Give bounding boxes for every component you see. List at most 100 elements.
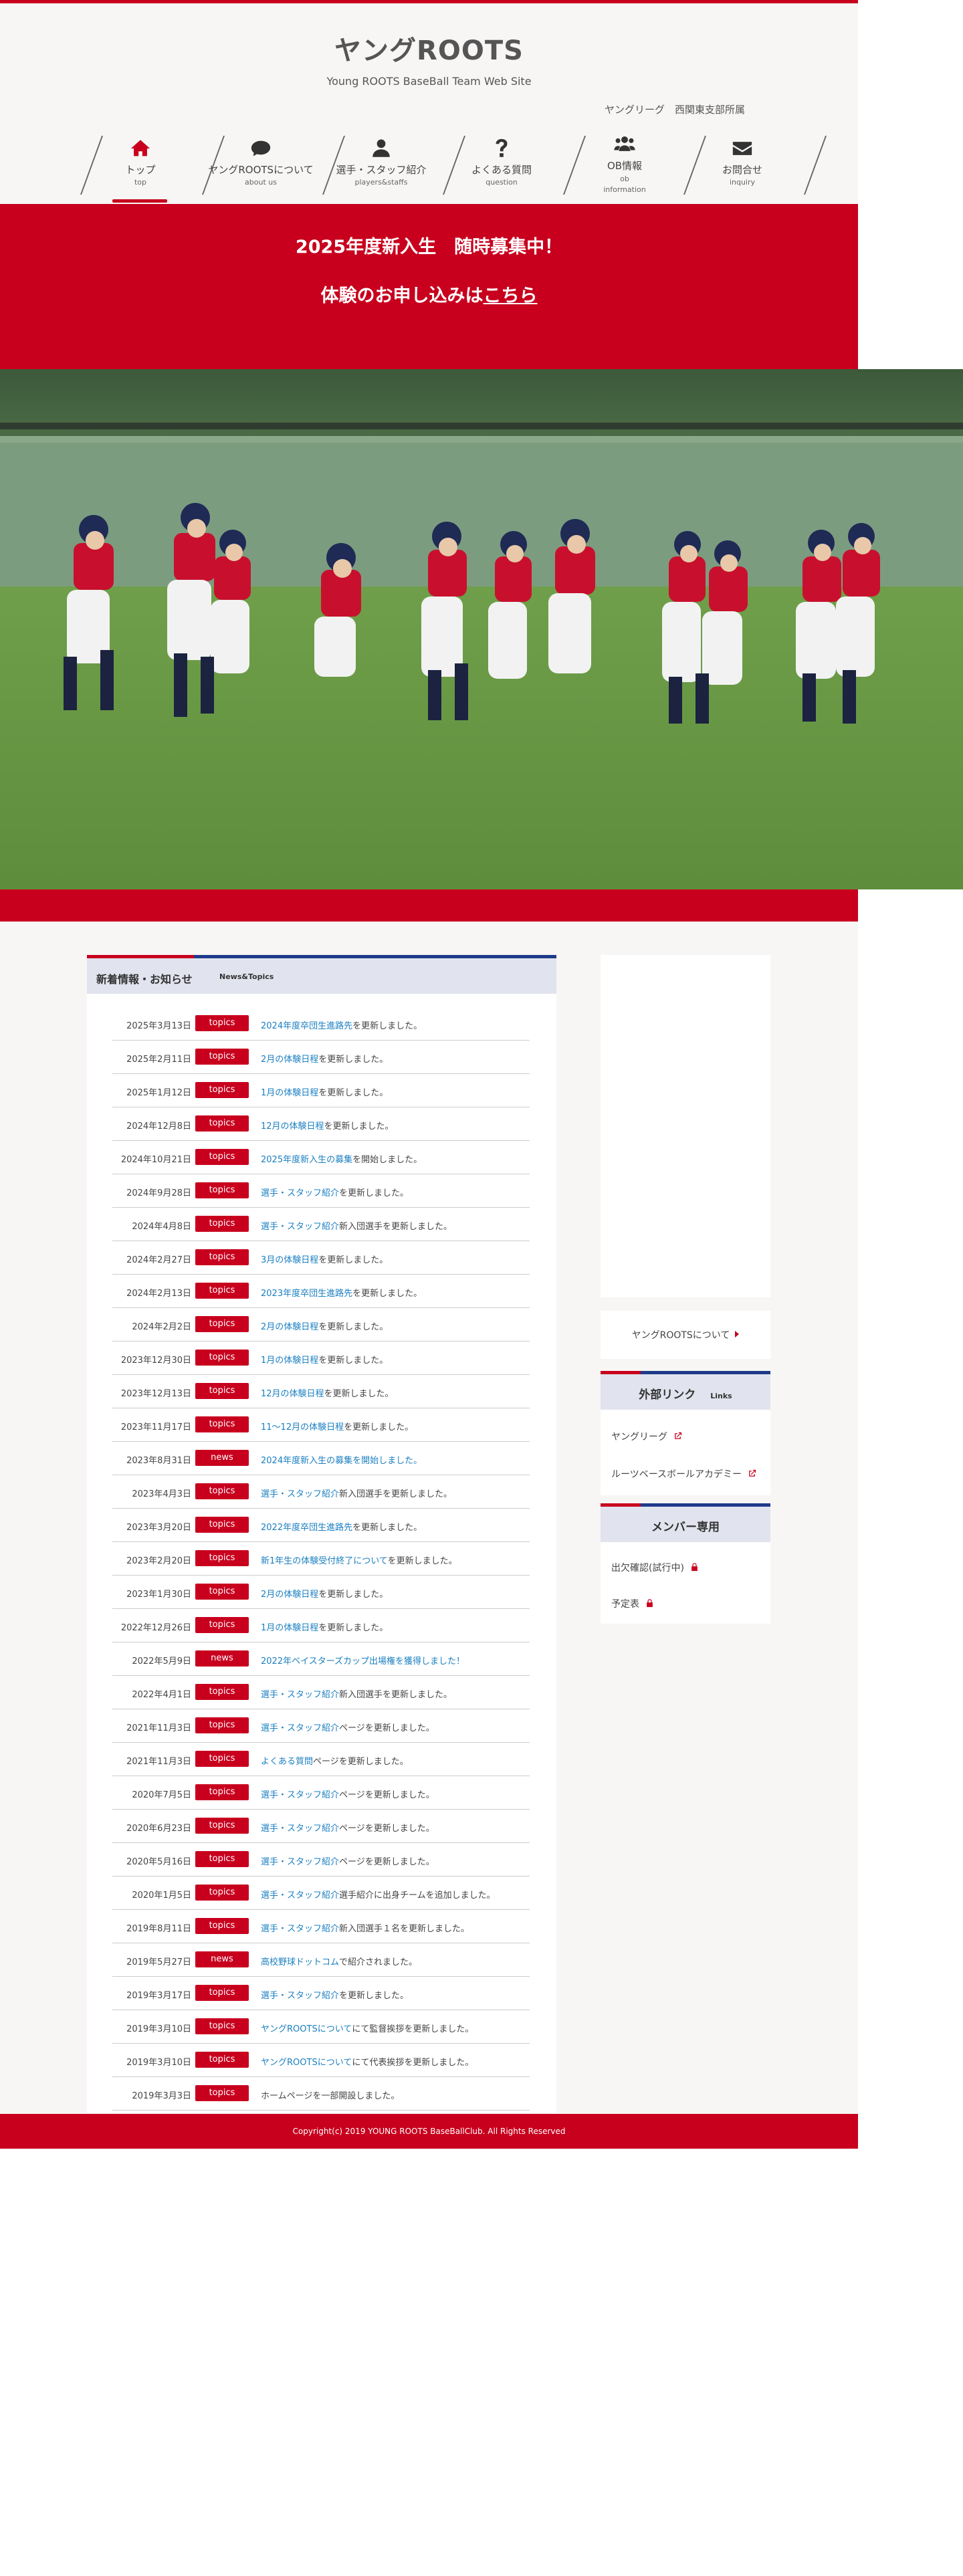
link-label: ヤングリーグ	[611, 1432, 667, 1442]
news-link[interactable]: 2025年度新入生の募集	[261, 1155, 352, 1165]
news-date: 2025年1月12日	[126, 1088, 191, 1098]
news-link[interactable]: 選手・スタッフ紹介	[261, 1790, 339, 1800]
news-link[interactable]: ヤングROOTSについて	[261, 2058, 352, 2068]
news-link[interactable]: 選手・スタッフ紹介	[261, 1824, 339, 1834]
news-link[interactable]: 2024年度卒団生進路先	[261, 1021, 352, 1031]
news-link[interactable]: 3月の体験日程	[261, 1255, 318, 1265]
nav-label-en: inquiry	[729, 178, 756, 187]
news-badge: topics	[195, 1617, 249, 1633]
news-badge: topics	[195, 1249, 249, 1265]
site-title[interactable]: ヤングROOTS	[0, 29, 858, 68]
news-date: 2024年4月8日	[132, 1222, 191, 1232]
news-link[interactable]: 高校野球ドットコム	[261, 1957, 339, 1967]
news-text: 選手・スタッフ紹介新入団選手を更新しました。	[261, 1487, 452, 1499]
link-roots-academy[interactable]: ルーツベースボールアカデミー	[611, 1467, 757, 1481]
news-badge: topics	[195, 1717, 249, 1733]
sidebar-links: 外部リンク Links ヤングリーグ ルーツベースボールアカデミー	[601, 1371, 770, 1495]
nav-separator	[683, 136, 685, 195]
news-link[interactable]: 選手・スタッフ紹介	[261, 1857, 339, 1867]
news-date: 2020年1月5日	[132, 1891, 191, 1901]
news-text: 選手・スタッフ紹介新入団選手を更新しました。	[261, 1219, 452, 1232]
news-text: 1月の体験日程を更新しました。	[261, 1353, 388, 1366]
news-rest: を更新しました。	[318, 1356, 389, 1366]
news-row: 2019年3月3日 topics ホームページを一部開設しました。	[112, 2077, 530, 2111]
news-rest: を更新しました。	[339, 1991, 409, 2001]
news-badge: topics	[195, 1784, 249, 1800]
news-rest: にて代表挨拶を更新しました。	[352, 2058, 474, 2068]
news-title-en: News&Topics	[219, 972, 274, 981]
news-link[interactable]: 12月の体験日程	[261, 1121, 324, 1132]
news-date: 2024年12月8日	[126, 1121, 191, 1132]
banner-cta-link[interactable]: こちら	[484, 286, 538, 306]
recruit-banner: 2025年度新入生 随時募集中！ 体験のお申し込みはこちら	[0, 204, 858, 372]
news-link[interactable]: 2月の体験日程	[261, 1590, 318, 1600]
news-text: 2023年度卒団生進路先を更新しました。	[261, 1286, 422, 1299]
news-rest: 新入団選手を更新しました。	[339, 1222, 453, 1232]
news-date: 2023年1月30日	[126, 1590, 191, 1600]
nav-item-question[interactable]: よくある質問 question	[448, 128, 555, 203]
link-young-league[interactable]: ヤングリーグ	[611, 1430, 683, 1443]
news-link[interactable]: 2022年ベイスターズカップ出場権を獲得しました！	[261, 1656, 465, 1667]
news-rest: にて監督挨拶を更新しました。	[352, 2024, 474, 2034]
news-text: よくある質問ページを更新しました。	[261, 1754, 409, 1767]
news-link[interactable]: 1月の体験日程	[261, 1623, 318, 1633]
news-link[interactable]: 選手・スタッフ紹介	[261, 1222, 339, 1232]
news-link[interactable]: 選手・スタッフ紹介	[261, 1188, 339, 1198]
news-rest: を開始しました。	[352, 1155, 423, 1165]
news-link[interactable]: 選手・スタッフ紹介	[261, 1723, 339, 1733]
news-link[interactable]: 選手・スタッフ紹介	[261, 1924, 339, 1934]
news-row: 2024年2月27日 topics 3月の体験日程を更新しました。	[112, 1241, 530, 1275]
league-note: ヤングリーグ 西関東支部所属	[605, 104, 746, 116]
news-row: 2023年1月30日 topics 2月の体験日程を更新しました。	[112, 1576, 530, 1609]
news-badge: news	[195, 1951, 249, 1967]
news-link[interactable]: 2月の体験日程	[261, 1322, 318, 1332]
external-link-icon	[749, 1469, 756, 1477]
news-date: 2019年3月17日	[126, 1991, 191, 2001]
news-text: 2024年度卒団生進路先を更新しました。	[261, 1018, 422, 1031]
news-link[interactable]: 新1年生の体験受付終了について	[261, 1556, 388, 1566]
lock-icon	[691, 1563, 698, 1572]
news-date: 2025年3月13日	[126, 1021, 191, 1031]
news-link[interactable]: 2024年度新入生の募集を開始しました。	[261, 1456, 422, 1466]
nav-item-about[interactable]: ヤングROOTSについて about us	[207, 128, 314, 203]
footer: Copyright(c) 2019 YOUNG ROOTS BaseBallCl…	[0, 2114, 858, 2149]
news-row: 2021年11月3日 topics 選手・スタッフ紹介ページを更新しました。	[112, 1709, 530, 1743]
news-rest: を更新しました。	[318, 1088, 389, 1098]
envelope-icon	[689, 137, 796, 160]
nav-item-players[interactable]: 選手・スタッフ紹介 players&staffs	[328, 128, 435, 203]
news-link[interactable]: 選手・スタッフ紹介	[261, 1690, 339, 1700]
member-link-schedule[interactable]: 予定表	[611, 1597, 655, 1610]
news-rest: を更新しました。	[352, 1289, 423, 1299]
news-link[interactable]: 選手・スタッフ紹介	[261, 1891, 339, 1901]
news-badge: topics	[195, 2085, 249, 2101]
news-link[interactable]: ヤングROOTSについて	[261, 2024, 352, 2034]
news-date: 2021年11月3日	[126, 1757, 191, 1767]
news-rest: を更新しました。	[318, 1055, 389, 1065]
news-link[interactable]: 2022年度卒団生進路先	[261, 1523, 352, 1533]
news-text: 2024年度新入生の募集を開始しました。	[261, 1453, 422, 1466]
news-link[interactable]: 1月の体験日程	[261, 1088, 318, 1098]
news-link[interactable]: 11～12月の体験日程	[261, 1422, 344, 1432]
nav-item-ob[interactable]: OB情報 ob information	[571, 124, 678, 199]
news-link[interactable]: 2月の体験日程	[261, 1055, 318, 1065]
news-link[interactable]: よくある質問	[261, 1757, 313, 1767]
news-row: 2022年4月1日 topics 選手・スタッフ紹介新入団選手を更新しました。	[112, 1676, 530, 1709]
news-link[interactable]: 選手・スタッフ紹介	[261, 1489, 339, 1499]
news-link[interactable]: 選手・スタッフ紹介	[261, 1991, 339, 2001]
news-row: 2023年12月13日 topics 12月の体験日程を更新しました。	[112, 1375, 530, 1408]
nav-item-top[interactable]: トップ top	[87, 128, 194, 203]
comment-icon	[207, 137, 314, 160]
member-link-attendance[interactable]: 出欠確認(試行中)	[611, 1561, 700, 1574]
sidebar-about-link[interactable]: ヤングROOTSについて	[601, 1328, 770, 1341]
nav-item-inquiry[interactable]: お問合せ inquiry	[689, 128, 796, 203]
news-link[interactable]: 1月の体験日程	[261, 1356, 318, 1366]
news-row: 2023年11月17日 topics 11～12月の体験日程を更新しました。	[112, 1408, 530, 1442]
hero-image	[0, 369, 963, 889]
news-link[interactable]: 2023年度卒団生進路先	[261, 1289, 352, 1299]
sidebar-blank-panel	[601, 955, 770, 1297]
news-link[interactable]: 12月の体験日程	[261, 1389, 324, 1399]
news-date: 2025年2月11日	[126, 1055, 191, 1065]
links-title-en: Links	[710, 1392, 732, 1400]
news-badge: topics	[195, 2052, 249, 2068]
news-row: 2023年12月30日 topics 1月の体験日程を更新しました。	[112, 1341, 530, 1375]
